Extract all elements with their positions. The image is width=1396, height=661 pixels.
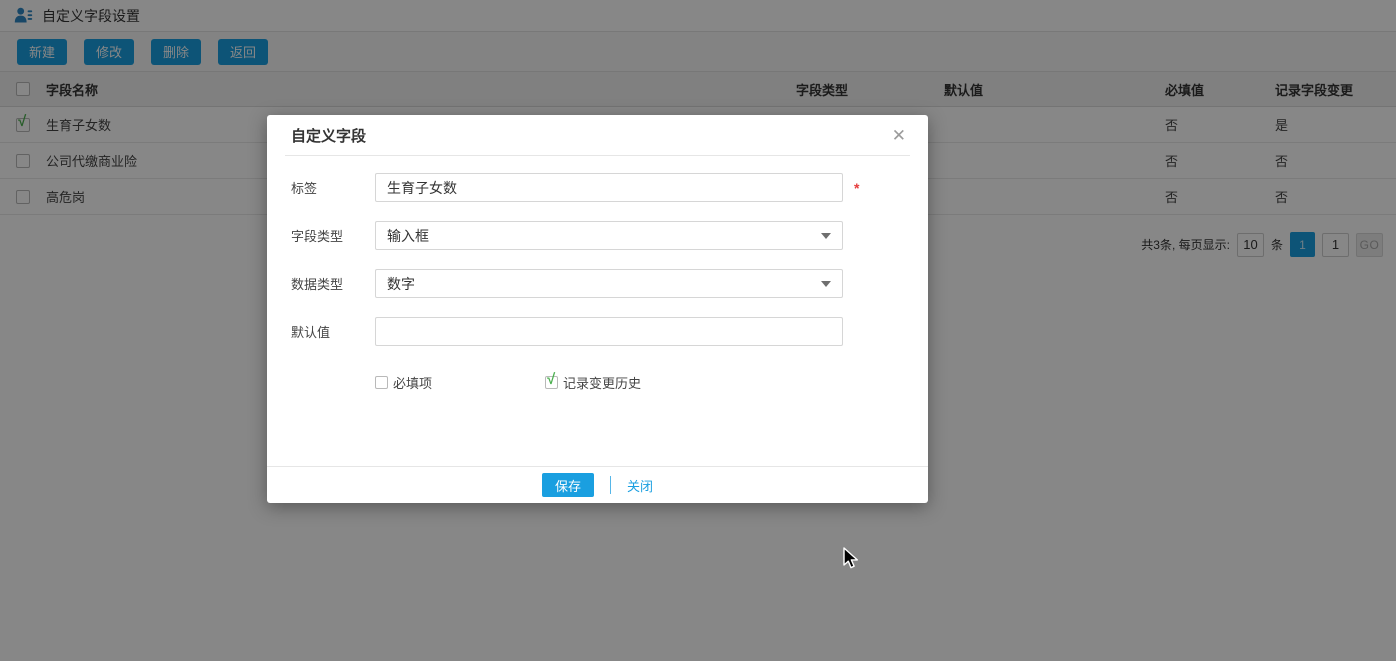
field-type-select[interactable]: 输入框 bbox=[375, 221, 843, 250]
dialog-footer: 保存 关闭 bbox=[267, 466, 928, 503]
label-field-label: 标签 bbox=[291, 178, 375, 197]
default-value-row: 默认值 bbox=[291, 317, 904, 346]
record-history-option-label: 记录变更历史 bbox=[563, 373, 641, 392]
dialog-body: 标签 * 字段类型 输入框 数据类型 数字 默认值 bbox=[267, 156, 928, 392]
record-history-option[interactable]: √ 记录变更历史 bbox=[545, 373, 641, 392]
label-field-row: 标签 * bbox=[291, 173, 904, 202]
field-type-selected-value: 输入框 bbox=[387, 226, 429, 246]
close-icon[interactable]: ✕ bbox=[892, 127, 906, 144]
close-button[interactable]: 关闭 bbox=[627, 476, 653, 495]
footer-divider bbox=[610, 476, 611, 494]
record-history-checkbox[interactable]: √ bbox=[545, 376, 558, 389]
checkbox-checked-icon: √ bbox=[547, 372, 555, 387]
required-checkbox[interactable] bbox=[375, 376, 388, 389]
options-row: 必填项 √ 记录变更历史 bbox=[291, 373, 904, 392]
chevron-down-icon bbox=[821, 281, 831, 287]
data-type-row: 数据类型 数字 bbox=[291, 269, 904, 298]
screen: 自定义字段设置 新建 修改 删除 返回 字段名称 字段类型 默认值 必填值 记录… bbox=[0, 0, 1396, 661]
required-asterisk: * bbox=[854, 180, 859, 196]
field-type-label: 字段类型 bbox=[291, 226, 375, 245]
field-type-row: 字段类型 输入框 bbox=[291, 221, 904, 250]
data-type-select[interactable]: 数字 bbox=[375, 269, 843, 298]
default-value-label: 默认值 bbox=[291, 322, 375, 341]
required-option-label: 必填项 bbox=[393, 373, 432, 392]
data-type-label: 数据类型 bbox=[291, 274, 375, 293]
dialog-title: 自定义字段 bbox=[291, 125, 366, 146]
chevron-down-icon bbox=[821, 233, 831, 239]
data-type-selected-value: 数字 bbox=[387, 274, 415, 294]
custom-field-dialog: 自定义字段 ✕ 标签 * 字段类型 输入框 数据类型 数字 bbox=[267, 115, 928, 503]
label-input[interactable] bbox=[375, 173, 843, 202]
dialog-header: 自定义字段 ✕ bbox=[267, 115, 928, 155]
save-button[interactable]: 保存 bbox=[542, 473, 594, 497]
required-option[interactable]: 必填项 bbox=[375, 373, 432, 392]
default-value-input[interactable] bbox=[375, 317, 843, 346]
